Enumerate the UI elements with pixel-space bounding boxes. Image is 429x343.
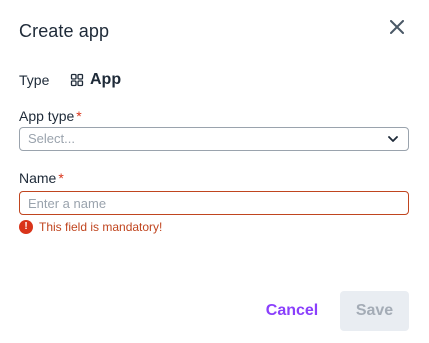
app-grid-icon (70, 73, 84, 87)
app-type-select[interactable]: Select... (19, 127, 409, 151)
type-label: Type (19, 72, 50, 88)
error-icon: ! (19, 220, 33, 234)
type-row: Type App (19, 70, 121, 90)
app-type-label: App type * (19, 108, 82, 124)
name-label-text: Name (19, 170, 57, 186)
error-text: This field is mandatory! (39, 220, 163, 234)
name-label: Name * (19, 170, 64, 186)
dialog-title: Create app (19, 21, 110, 41)
required-marker: * (76, 108, 82, 124)
save-button[interactable]: Save (340, 291, 409, 331)
chevron-down-icon (388, 136, 398, 142)
app-type-placeholder: Select... (28, 131, 75, 146)
required-marker: * (58, 170, 64, 186)
app-type-label-text: App type (19, 108, 75, 124)
close-button[interactable] (385, 15, 409, 39)
name-error-message: ! This field is mandatory! (19, 220, 162, 234)
create-app-dialog: Create app Type App App type * Select... … (0, 0, 429, 343)
name-input[interactable] (19, 191, 409, 215)
cancel-button[interactable]: Cancel (258, 292, 326, 330)
type-value: App (90, 71, 122, 88)
close-icon (390, 20, 404, 34)
